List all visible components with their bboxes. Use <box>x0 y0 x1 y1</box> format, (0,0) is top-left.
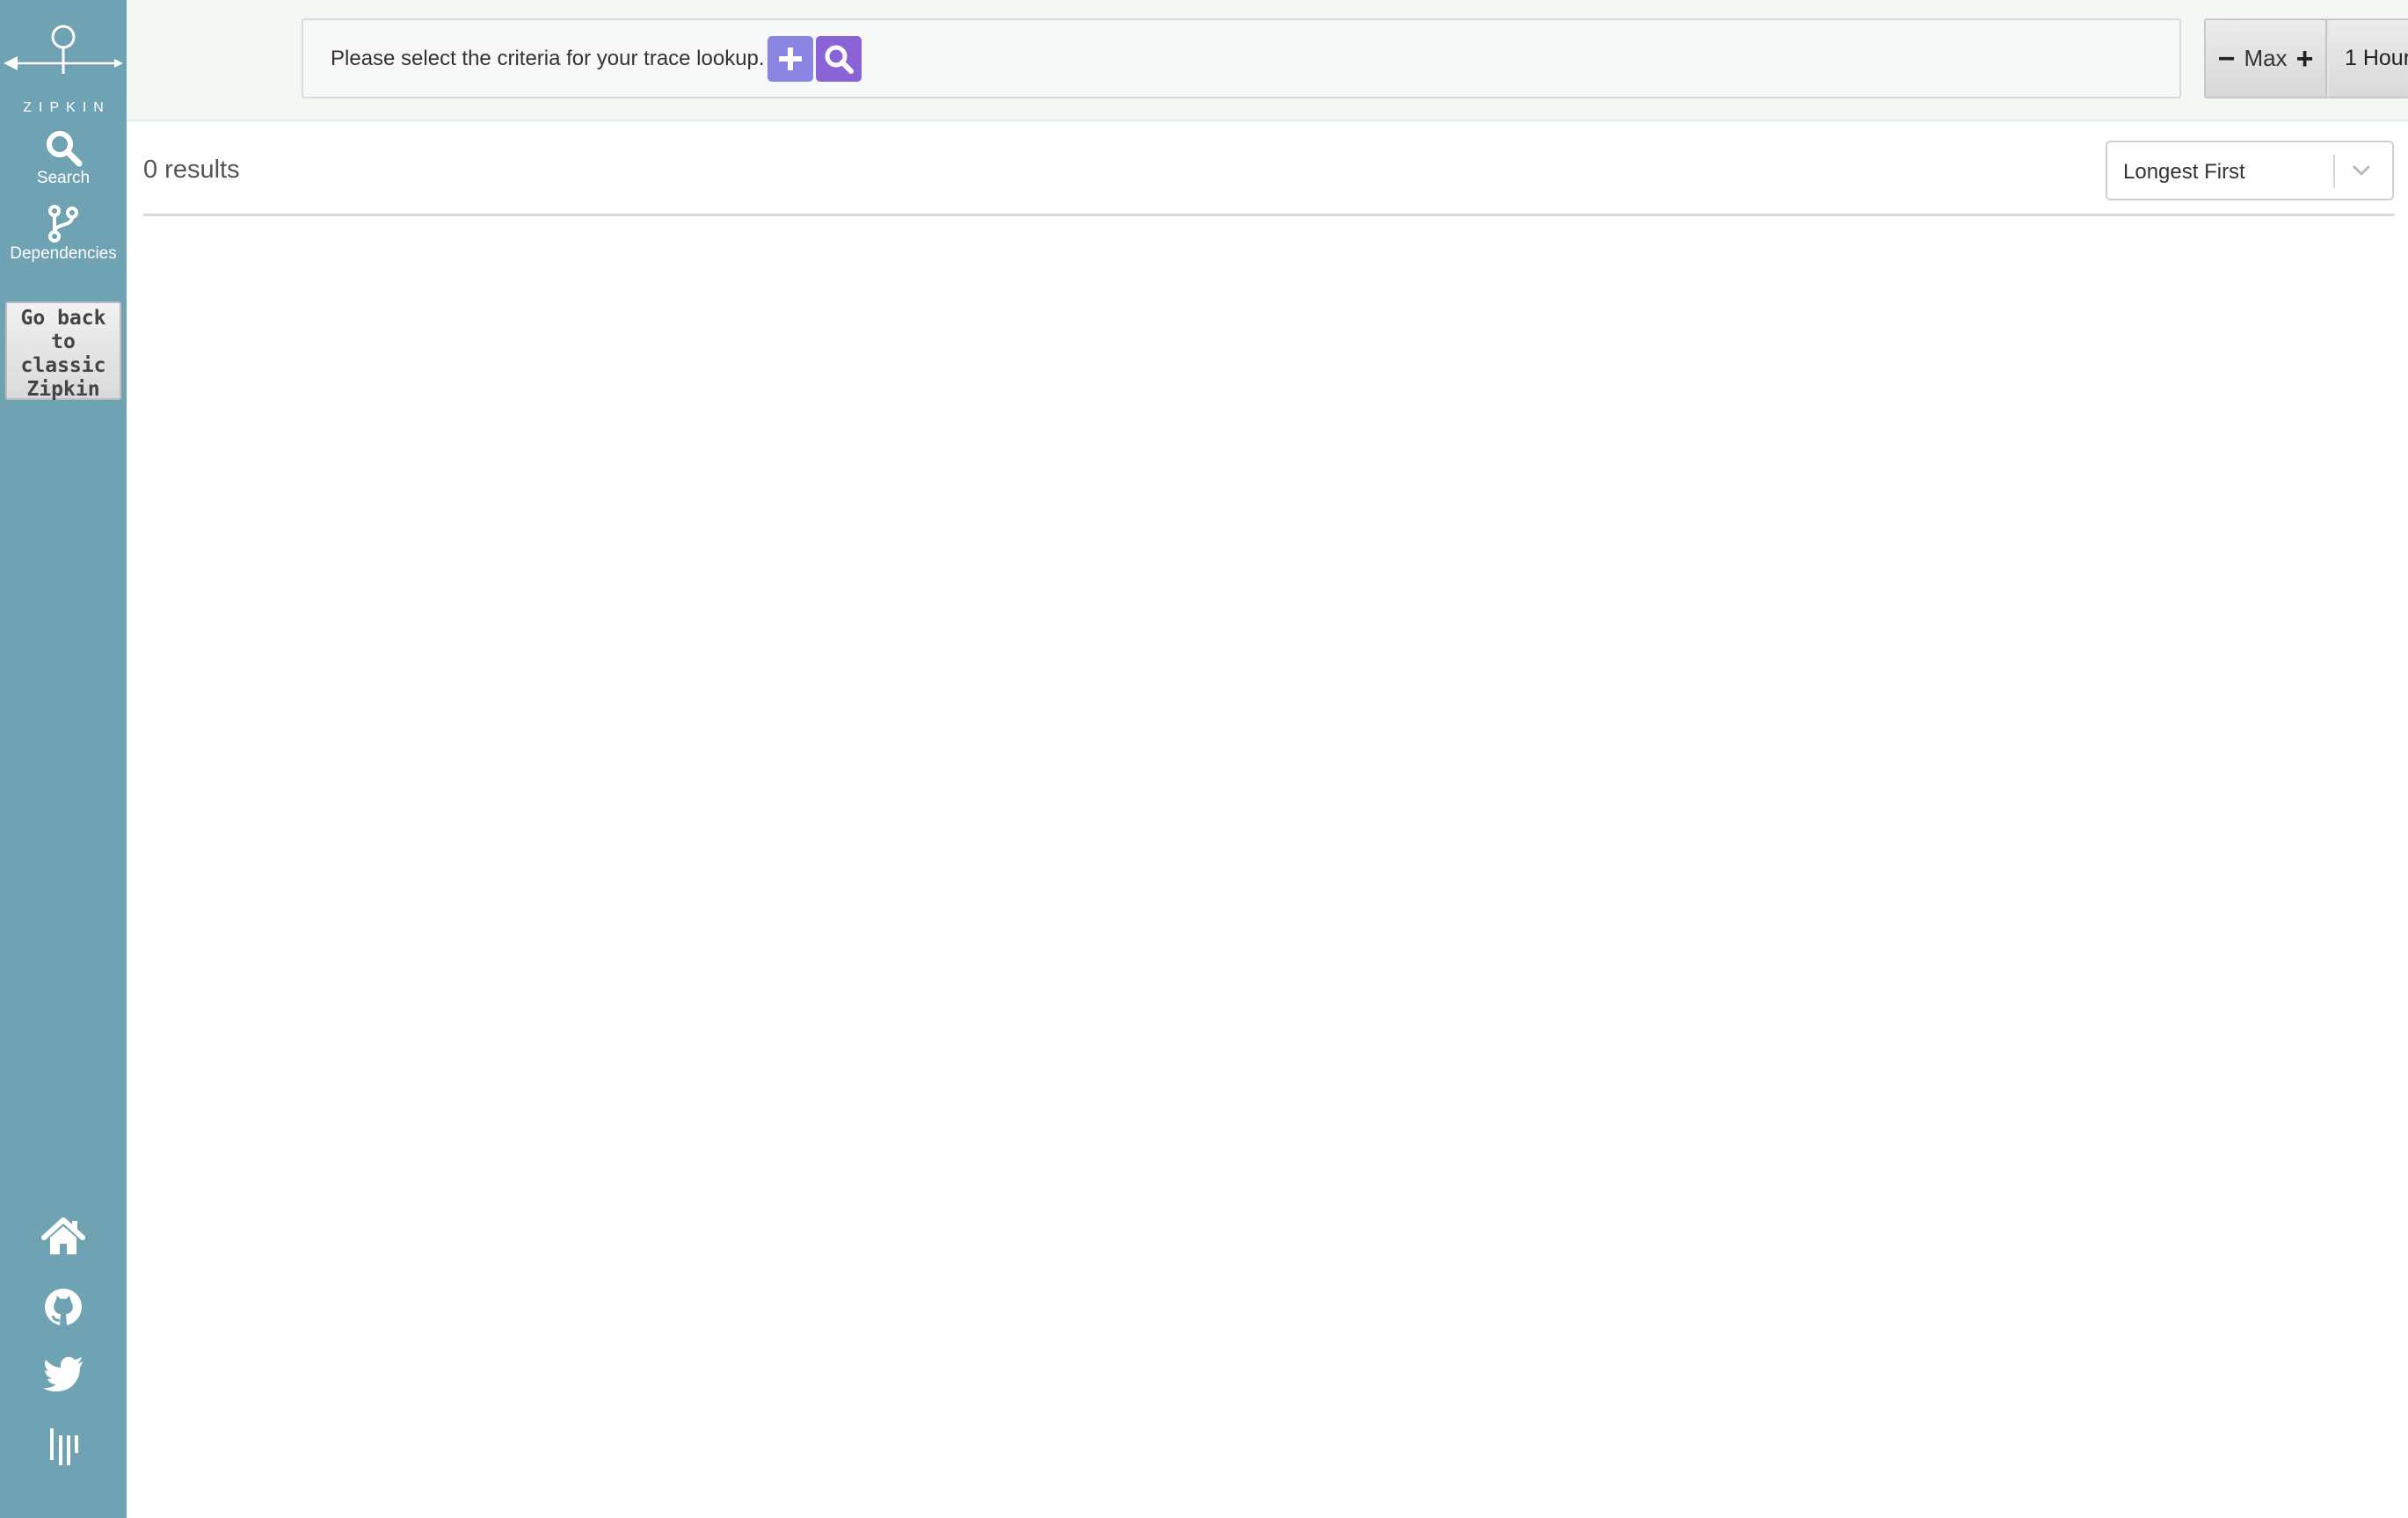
branch-icon <box>48 205 78 243</box>
gitter-icon <box>50 1428 78 1465</box>
twitter-link[interactable] <box>0 1356 127 1391</box>
search-header: Please select the criteria for your trac… <box>127 0 2408 121</box>
nav-dependencies[interactable]: Dependencies <box>0 204 127 264</box>
lookback-dropdown[interactable]: 1 Hour <box>2329 20 2408 97</box>
limit-control: − Max + <box>2206 20 2327 97</box>
github-link[interactable] <box>0 1287 127 1327</box>
nav-search-label: Search <box>36 169 91 187</box>
criteria-box: Please select the criteria for your trac… <box>302 18 2181 98</box>
select-separator <box>2333 155 2335 188</box>
results-count: 0 results <box>143 156 240 184</box>
criteria-prompt: Please select the criteria for your trac… <box>331 47 765 70</box>
zipkin-logo-icon <box>4 25 123 74</box>
zipkin-logo[interactable]: ZIPKIN <box>0 19 127 115</box>
classic-zipkin-button[interactable]: Go back to classic Zipkin <box>5 301 121 401</box>
search-icon <box>825 45 854 74</box>
sort-order-select[interactable]: Longest First <box>2106 141 2394 200</box>
nav-search[interactable]: Search <box>0 128 127 188</box>
twitter-icon <box>43 1356 83 1391</box>
search-icon <box>47 131 83 167</box>
add-criteria-button[interactable] <box>768 36 813 82</box>
nav-dependencies-label: Dependencies <box>10 244 117 263</box>
lookback-value: 1 Hour <box>2345 46 2408 70</box>
increase-limit-button[interactable]: + <box>2296 44 2314 74</box>
decrease-limit-button[interactable]: − <box>2218 44 2236 74</box>
gitter-link[interactable] <box>0 1427 127 1467</box>
run-search-button[interactable] <box>816 36 862 82</box>
results-divider <box>143 214 2394 216</box>
sidebar: ZIPKIN Search Dependencies Go back to cl… <box>0 0 127 1518</box>
limit-label: Max <box>2244 45 2288 71</box>
chevron-down-icon <box>2353 165 2370 176</box>
home-link[interactable] <box>0 1217 127 1257</box>
home-icon <box>41 1217 85 1254</box>
sort-order-value: Longest First <box>2123 160 2245 184</box>
logo-text: ZIPKIN <box>23 100 111 115</box>
limit-lookback-group: − Max + 1 Hour <box>2204 18 2408 98</box>
plus-icon <box>779 47 802 70</box>
github-icon <box>45 1289 82 1326</box>
